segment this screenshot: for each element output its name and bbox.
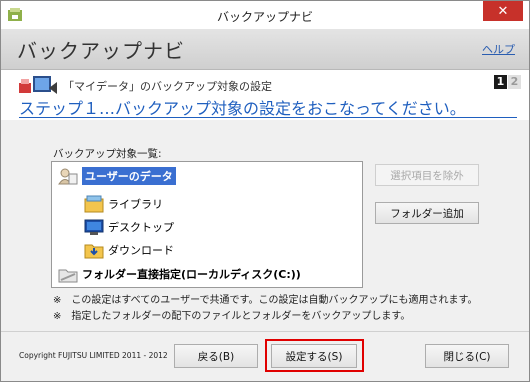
setup-button[interactable]: 設定する(S)	[271, 344, 357, 368]
close-button[interactable]: 閉じる(C)	[425, 344, 509, 368]
title-bar: バックアップナビ ✕	[1, 1, 529, 30]
step-indicator-next: 2	[508, 75, 521, 89]
note-subfolders: ※ 指定したフォルダーの配下のファイルとフォルダーをバックアップします。	[53, 311, 411, 322]
tree-item-label: デスクトップ	[108, 221, 174, 234]
tree-item-label: ライブラリ	[108, 198, 163, 211]
remove-selected-button[interactable]: 選択項目を除外	[375, 164, 479, 186]
window-title: バックアップナビ	[216, 10, 313, 24]
library-icon	[84, 195, 104, 213]
header-band: バックアップナビ ヘルプ	[1, 29, 529, 70]
tree-item-downloads[interactable]: ダウンロード	[84, 240, 174, 260]
tree-item-label: フォルダー直接指定(ローカルディスク(C:))	[82, 268, 301, 281]
note-shared-setting: ※ この設定はすべてのユーザーで共通です。この設定は自動バックアップにも適用され…	[53, 295, 478, 306]
tree-item-library[interactable]: ライブラリ	[84, 194, 163, 214]
tree-item-desktop[interactable]: デスクトップ	[84, 217, 174, 237]
tree-item-label: ユーザーのデータ	[82, 167, 176, 185]
backup-target-tree[interactable]: ユーザーのデータ ライブラリ デスクトップ ダウンロード フォルダー直接指定(ロ…	[51, 161, 363, 288]
app-heading: バックアップナビ	[17, 39, 185, 63]
backup-list-label: バックアップ対象一覧:	[53, 148, 162, 160]
backup-wizard-icon	[19, 76, 57, 94]
back-button[interactable]: 戻る(B)	[174, 344, 258, 368]
copyright-text: Copyright FUJITSU LIMITED 2011 - 2012	[19, 351, 168, 360]
step-title-underline	[19, 117, 517, 118]
backup-navi-window: バックアップナビ ✕ バックアップナビ ヘルプ 「マイデータ」のバックアップ対象…	[0, 0, 530, 382]
footer-divider	[1, 331, 529, 332]
add-folder-button[interactable]: フォルダー追加	[375, 202, 479, 224]
tree-item-label: ダウンロード	[108, 244, 174, 257]
step-title: ステップ１…バックアップ対象の設定をおこなってください。	[19, 99, 466, 118]
download-folder-icon	[84, 244, 104, 259]
window-close-button[interactable]: ✕	[483, 1, 523, 21]
step-header: 「マイデータ」のバックアップ対象の設定 1 2 ステップ１…バックアップ対象の設…	[1, 70, 529, 120]
user-data-icon	[58, 168, 78, 185]
desktop-icon	[84, 219, 104, 235]
folder-direct-icon	[58, 269, 78, 283]
help-link[interactable]: ヘルプ	[482, 41, 515, 57]
step-indicator-current: 1	[494, 75, 507, 89]
tree-item-folder-direct[interactable]: フォルダー直接指定(ローカルディスク(C:))	[58, 264, 301, 284]
tree-item-user-data[interactable]: ユーザーのデータ	[58, 166, 176, 186]
step-subtitle: 「マイデータ」のバックアップ対象の設定	[63, 80, 272, 93]
